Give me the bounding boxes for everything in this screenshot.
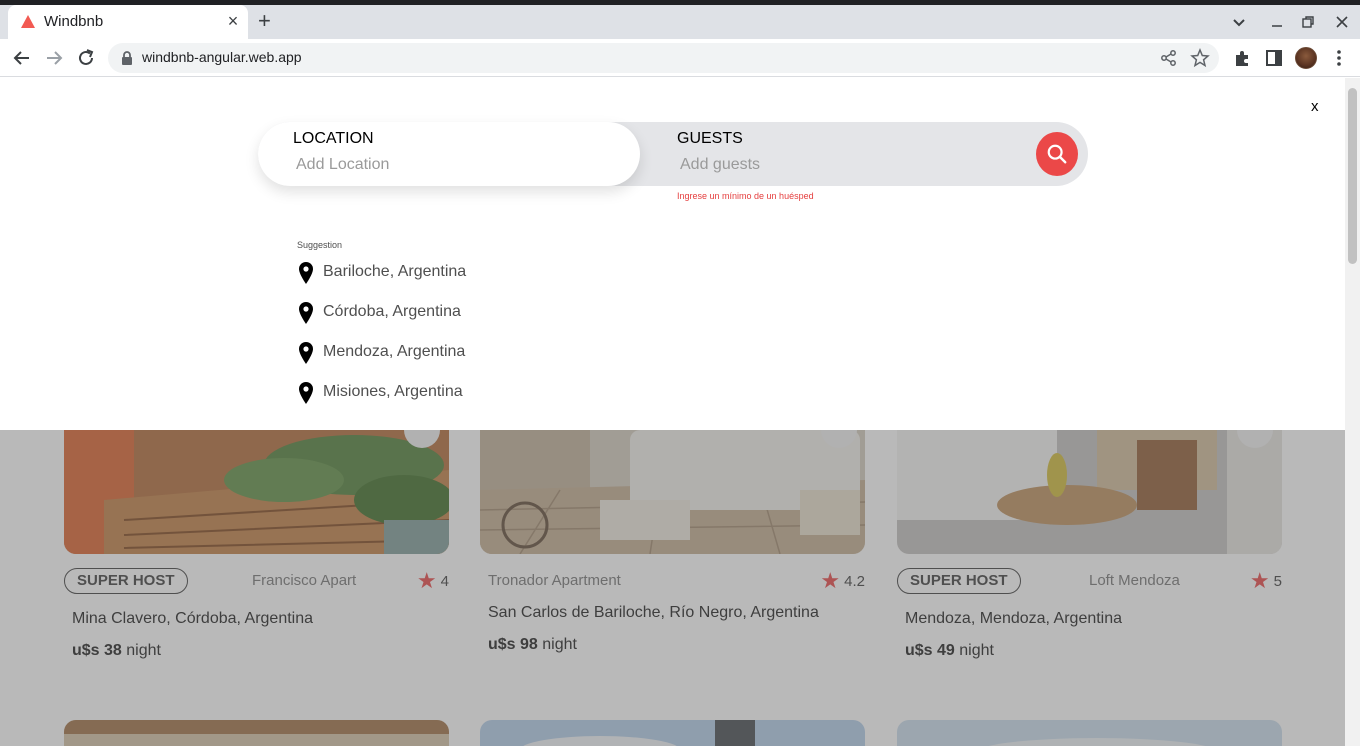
tab-strip: Windbnb × +	[0, 5, 1360, 39]
listing-type: Tronador Apartment	[488, 572, 621, 589]
side-panel-icon[interactable]	[1264, 48, 1284, 68]
superhost-badge: SUPER HOST	[64, 568, 188, 594]
listing-price: u$s 49 night	[905, 642, 994, 660]
listing-rating: ★ 4	[417, 568, 449, 594]
tab-windbnb[interactable]: Windbnb ×	[8, 5, 248, 39]
tab-title: Windbnb	[44, 13, 104, 30]
listing-photo[interactable]	[897, 430, 1282, 554]
location-field[interactable]: LOCATION	[258, 122, 640, 186]
listing-rating: ★ 4.2	[820, 568, 865, 594]
search-icon	[1047, 144, 1067, 164]
rating-value: 4	[440, 573, 449, 590]
url-text[interactable]: windbnb-angular.web.app	[142, 49, 302, 65]
listing-type: Loft Mendoza	[1089, 572, 1180, 589]
star-icon: ★	[416, 568, 437, 593]
listing-price: u$s 98 night	[488, 636, 577, 654]
page-scrollbar[interactable]	[1345, 78, 1360, 746]
listing-meta: SUPER HOST Loft Mendoza ★ 5	[897, 568, 1282, 596]
listing-location: Mina Clavero, Córdoba, Argentina	[72, 610, 314, 627]
search-drawer: x LOCATION GUESTS Ingrese un mínimo de u…	[0, 78, 1345, 430]
price-unit: night	[121, 642, 161, 659]
listing-photo[interactable]	[480, 430, 865, 554]
location-pin-icon	[299, 342, 313, 364]
guests-input[interactable]	[680, 156, 980, 174]
reload-icon[interactable]	[75, 47, 97, 69]
browser-toolbar: windbnb-angular.web.app	[0, 39, 1360, 77]
listing-photo[interactable]	[64, 430, 449, 554]
price-unit: night	[537, 636, 577, 653]
suggestion-heading: Suggestion	[297, 240, 343, 250]
close-search-button[interactable]: x	[1311, 98, 1319, 115]
suggestion-item[interactable]: Misiones, Argentina	[299, 379, 599, 407]
close-window-icon[interactable]	[1335, 15, 1349, 29]
suggestion-label: Mendoza, Argentina	[323, 343, 466, 360]
listings-grid: SUPER HOST Francisco Apart ★ 4 Mina Clave…	[0, 412, 1345, 746]
lock-icon[interactable]	[120, 50, 134, 66]
listing-location: San Carlos de Bariloche, Río Negro, Arge…	[488, 604, 819, 621]
price-amount: u$s 98	[488, 636, 538, 653]
guests-label: GUESTS	[677, 130, 743, 147]
guests-error-message: Ingrese un mínimo de un huésped	[677, 191, 814, 201]
back-icon[interactable]	[11, 47, 33, 69]
listing-meta: SUPER HOST Francisco Apart ★ 4	[64, 568, 449, 596]
suggestion-item[interactable]: Mendoza, Argentina	[299, 339, 599, 367]
listing-photo[interactable]	[64, 720, 449, 746]
bookmark-star-icon[interactable]	[1190, 48, 1210, 68]
new-tab-icon[interactable]: +	[258, 8, 271, 34]
suggestion-item[interactable]: Córdoba, Argentina	[299, 299, 599, 327]
star-icon: ★	[1249, 568, 1270, 593]
extensions-icon[interactable]	[1232, 48, 1252, 68]
price-amount: u$s 38	[72, 642, 122, 659]
location-pin-icon	[299, 302, 313, 324]
profile-avatar[interactable]	[1295, 47, 1317, 69]
price-unit: night	[954, 642, 994, 659]
listing-photo[interactable]	[480, 720, 865, 746]
listing-type: Francisco Apart	[252, 572, 357, 589]
listing-location: Mendoza, Mendoza, Argentina	[905, 610, 1123, 627]
restore-icon[interactable]	[1301, 15, 1315, 29]
listing-meta: Tronador Apartment ★ 4.2	[480, 568, 865, 596]
rating-value: 4.2	[844, 573, 865, 590]
page-viewport: SUPER HOST Francisco Apart ★ 4 Mina Clave…	[0, 78, 1345, 746]
star-icon: ★	[820, 568, 841, 593]
price-amount: u$s 49	[905, 642, 955, 659]
suggestion-label: Córdoba, Argentina	[323, 303, 461, 320]
suggestion-label: Bariloche, Argentina	[323, 263, 467, 280]
suggestion-item[interactable]: Bariloche, Argentina	[299, 259, 599, 287]
minimize-icon[interactable]	[1270, 15, 1284, 29]
menu-kebab-icon[interactable]	[1329, 48, 1349, 68]
tab-search-icon[interactable]	[1232, 15, 1246, 29]
listing-photo[interactable]	[897, 720, 1282, 746]
address-bar[interactable]: windbnb-angular.web.app	[108, 43, 1219, 73]
forward-icon[interactable]	[43, 47, 65, 69]
search-button[interactable]	[1036, 132, 1078, 176]
close-tab-icon[interactable]: ×	[224, 11, 242, 32]
share-icon[interactable]	[1160, 49, 1178, 67]
suggestion-label: Misiones, Argentina	[323, 383, 463, 400]
search-bar: LOCATION GUESTS	[258, 122, 1088, 186]
listing-price: u$s 38 night	[72, 642, 161, 660]
windbnb-logo-icon	[21, 15, 35, 28]
location-label: LOCATION	[293, 130, 374, 147]
location-input[interactable]	[296, 156, 596, 174]
scrollbar-thumb[interactable]	[1348, 88, 1357, 264]
superhost-badge: SUPER HOST	[897, 568, 1021, 594]
location-pin-icon	[299, 262, 313, 284]
listing-rating: ★ 5	[1250, 568, 1282, 594]
rating-value: 5	[1273, 573, 1282, 590]
location-pin-icon	[299, 382, 313, 404]
